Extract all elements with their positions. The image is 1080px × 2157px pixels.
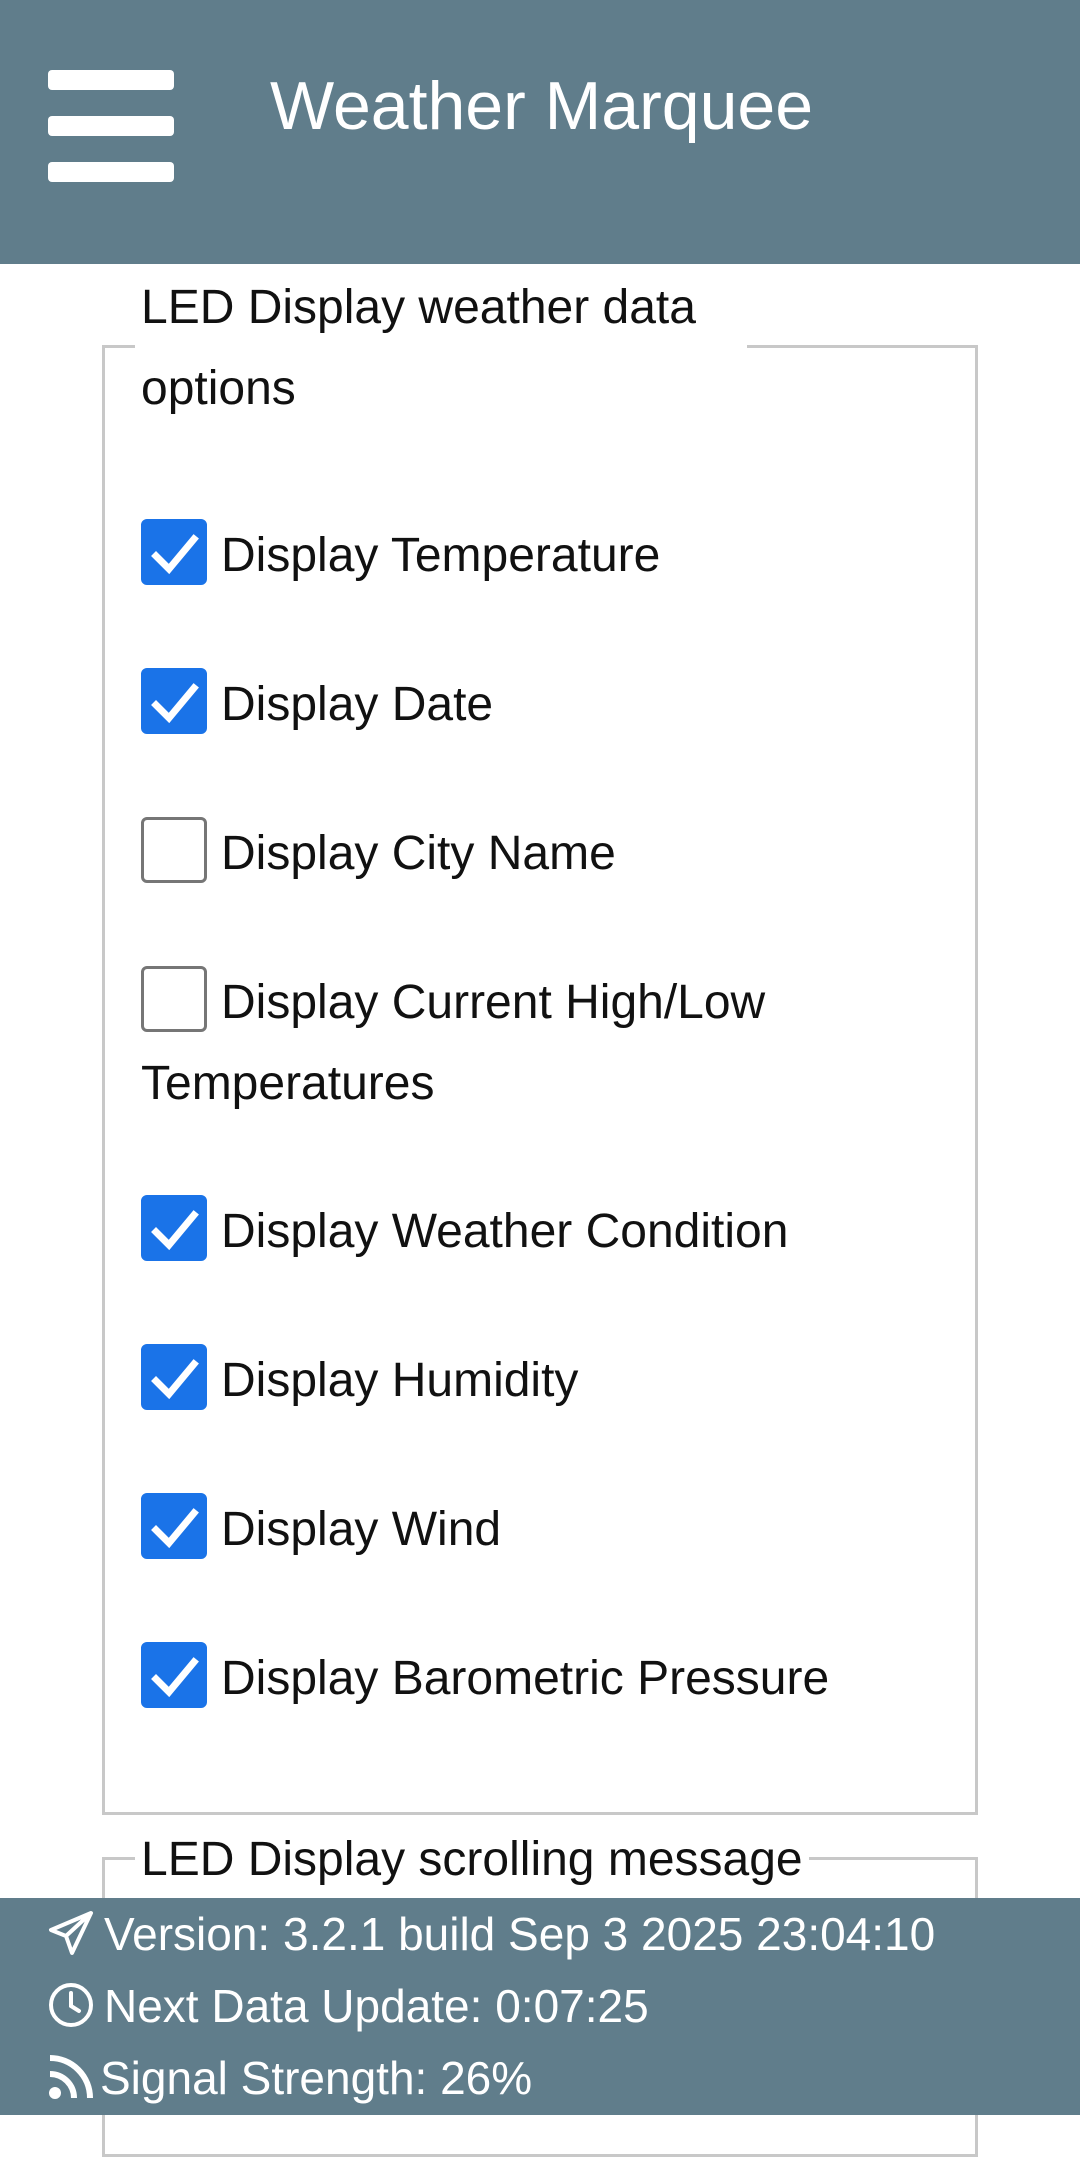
checkbox-display-temperature[interactable] (141, 519, 207, 585)
signal-text: Signal Strength: 26% (100, 2052, 533, 2104)
checkbox-display-city-name[interactable] (141, 817, 207, 883)
checkbox-display-weather-condition[interactable] (141, 1195, 207, 1261)
option-display-date[interactable]: Display Date (141, 664, 941, 745)
app-title: Weather Marquee (270, 68, 814, 144)
option-display-temperature[interactable]: Display Temperature (141, 515, 941, 596)
paper-plane-icon (49, 1911, 93, 1955)
version-row: Version: 3.2.1 build Sep 3 2025 23:04:10 (46, 1904, 935, 1964)
scrolling-message-legend: LED Display scrolling message (135, 1819, 809, 1900)
next-update-row: Next Data Update: 0:07:25 (46, 1976, 649, 2036)
option-label: Display Weather Condition (221, 1205, 789, 1258)
app-header: Weather Marquee (0, 0, 1080, 264)
signal-row: Signal Strength: 26% (46, 2048, 532, 2108)
checkbox-display-wind[interactable] (141, 1493, 207, 1559)
version-text: Version: 3.2.1 build Sep 3 2025 23:04:10 (104, 1908, 936, 1960)
option-display-city-name[interactable]: Display City Name (141, 813, 941, 894)
rss-signal-icon (49, 2055, 93, 2099)
status-footer: Version: 3.2.1 build Sep 3 2025 23:04:10… (0, 1898, 1080, 2115)
option-display-humidity[interactable]: Display Humidity (141, 1340, 941, 1421)
checkbox-display-high-low[interactable] (141, 966, 207, 1032)
option-label: Display Barometric Pressure (221, 1652, 830, 1705)
weather-options-legend: LED Display weather data options (135, 267, 747, 429)
option-label: Display City Name (221, 827, 616, 880)
checkbox-display-date[interactable] (141, 668, 207, 734)
option-label: Display Current High/Low Temperatures (141, 976, 766, 1110)
hamburger-menu-icon[interactable] (48, 70, 174, 182)
option-display-wind[interactable]: Display Wind (141, 1489, 941, 1570)
option-display-high-low[interactable]: Display Current High/Low Temperatures (141, 962, 941, 1124)
clock-icon (49, 1983, 93, 2027)
checkbox-display-barometric-pressure[interactable] (141, 1642, 207, 1708)
option-label: Display Date (221, 678, 494, 731)
option-display-weather-condition[interactable]: Display Weather Condition (141, 1191, 941, 1272)
option-display-barometric-pressure[interactable]: Display Barometric Pressure (141, 1638, 941, 1719)
weather-options-fieldset: LED Display weather data options Display… (102, 267, 978, 1815)
option-label: Display Wind (221, 1503, 502, 1556)
checkbox-display-humidity[interactable] (141, 1344, 207, 1410)
next-update-text: Next Data Update: 0:07:25 (104, 1980, 649, 2032)
option-label: Display Humidity (221, 1354, 579, 1407)
option-label: Display Temperature (221, 529, 661, 582)
